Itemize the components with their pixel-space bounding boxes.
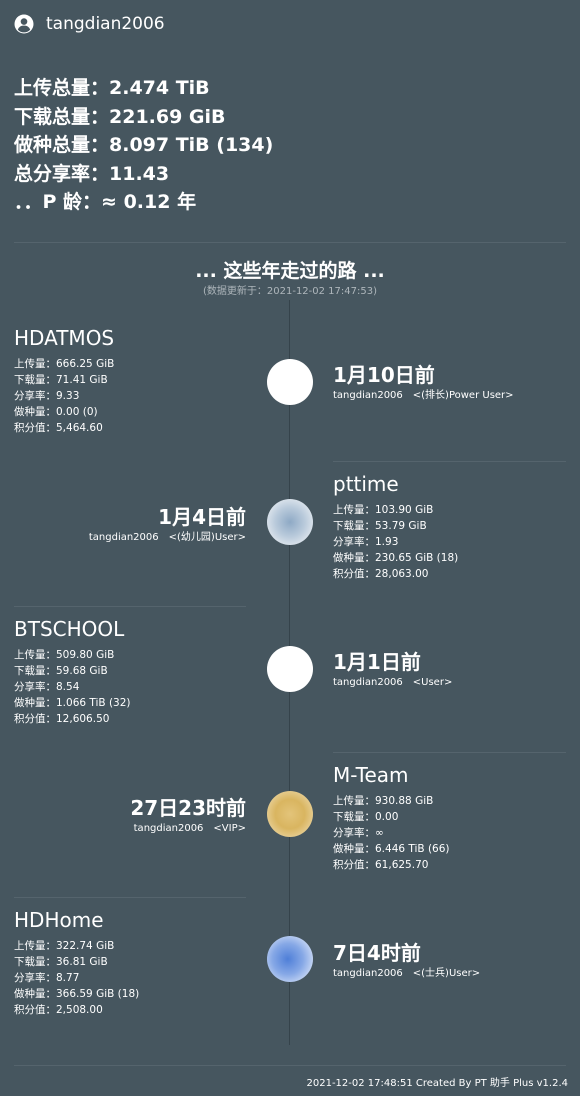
site-seeding: 做种量：230.65 GiB (18) — [333, 552, 459, 564]
site-upload: 上传量：930.88 GiB — [333, 795, 434, 807]
site-ratio: 分享率：8.77 — [14, 972, 80, 984]
time-ago: 27日23时前 — [130, 796, 246, 820]
site-card-mteam: M-Team 上传量：930.88 GiB 下载量：0.00 分享率：∞ 做种量… — [333, 763, 565, 873]
user-rank: tangdian2006 <VIP> — [133, 823, 246, 834]
site-download: 下载量：59.68 GiB — [14, 665, 108, 677]
site-download: 下载量：0.00 — [333, 811, 399, 823]
entry-divider — [333, 752, 566, 753]
site-ratio: 分享率：9.33 — [14, 390, 80, 402]
time-ago: 7日4时前 — [333, 941, 421, 965]
site-download: 下载量：53.79 GiB — [333, 520, 427, 532]
entry-divider — [333, 461, 566, 462]
site-bonus: 积分值：61,625.70 — [333, 859, 429, 871]
site-ratio: 分享率：∞ — [333, 827, 384, 839]
user-rank: tangdian2006 <(士兵)User> — [333, 968, 481, 979]
site-bonus: 积分值：2,508.00 — [14, 1004, 103, 1016]
summary-stats: 上传总量：2.474 TiB 下载总量：221.69 GiB 做种总量：8.09… — [14, 74, 273, 217]
site-seeding: 做种量：0.00 (0) — [14, 406, 98, 418]
site-time-mteam: 27日23时前 tangdian2006 <VIP> — [130, 795, 246, 837]
timeline-title: ... 这些年走过的路 ... — [195, 260, 385, 282]
total-seeding: 做种总量：8.097 TiB (134) — [14, 134, 274, 156]
site-upload: 上传量：322.74 GiB — [14, 940, 115, 952]
site-seeding: 做种量：6.446 TiB (66) — [333, 843, 450, 855]
footer-credit: 2021-12-02 17:48:51 Created By PT 助手 Plu… — [306, 1078, 569, 1089]
user-circle-icon — [14, 14, 34, 34]
time-ago: 1月1日前 — [333, 650, 421, 674]
total-ratio: 总分享率：11.43 — [14, 162, 170, 185]
site-name: BTSCHOOL — [14, 617, 125, 641]
data-updated-time: (数据更新于：2021-12-02 17:47:53) — [202, 286, 377, 297]
site-card-btschool: BTSCHOOL 上传量：509.80 GiB 下载量：59.68 GiB 分享… — [14, 617, 244, 727]
site-download: 下载量：71.41 GiB — [14, 374, 108, 386]
site-logo-mteam — [267, 791, 313, 837]
time-ago: 1月10日前 — [333, 363, 435, 387]
user-rank: tangdian2006 <(幼儿园)User> — [88, 532, 246, 543]
entry-divider — [14, 606, 246, 607]
pt-age: ．．P 龄：≈ 0.12 年 — [14, 191, 197, 213]
total-upload: 上传总量：2.474 TiB — [14, 77, 210, 99]
site-name: HDATMOS — [14, 326, 115, 350]
username: tangdian2006 — [46, 14, 165, 34]
site-logo-hdatmos — [267, 359, 313, 405]
site-bonus: 积分值：28,063.00 — [333, 568, 429, 580]
site-card-pttime: pttime 上传量：103.90 GiB 下载量：53.79 GiB 分享率：… — [333, 472, 565, 582]
site-logo-pttime — [267, 499, 313, 545]
site-time-hdhome: 7日4时前 tangdian2006 <(士兵)User> — [333, 940, 480, 982]
site-name: HDHome — [14, 908, 104, 932]
site-seeding: 做种量：1.066 TiB (32) — [14, 697, 131, 709]
site-name: M-Team — [333, 763, 409, 787]
site-bonus: 积分值：5,464.60 — [14, 422, 103, 434]
site-ratio: 分享率：8.54 — [14, 681, 80, 693]
site-upload: 上传量：103.90 GiB — [333, 504, 434, 516]
site-download: 下载量：36.81 GiB — [14, 956, 108, 968]
site-time-pttime: 1月4日前 tangdian2006 <(幼儿园)User> — [89, 504, 246, 546]
site-card-hdhome: HDHome 上传量：322.74 GiB 下载量：36.81 GiB 分享率：… — [14, 908, 244, 1018]
site-time-btschool: 1月1日前 tangdian2006 <User> — [333, 649, 452, 691]
site-bonus: 积分值：12,606.50 — [14, 713, 110, 725]
summary-divider — [14, 242, 566, 243]
entry-divider — [14, 897, 246, 898]
site-logo-btschool — [267, 646, 313, 692]
site-card-hdatmos: HDATMOS 上传量：666.25 GiB 下载量：71.41 GiB 分享率… — [14, 326, 244, 436]
user-rank: tangdian2006 <(排长)Power User> — [333, 390, 514, 401]
site-time-hdatmos: 1月10日前 tangdian2006 <(排长)Power User> — [333, 362, 514, 404]
site-name: pttime — [333, 472, 399, 496]
user-rank: tangdian2006 <User> — [333, 677, 453, 688]
total-download: 下载总量：221.69 GiB — [14, 105, 226, 128]
footer-divider — [14, 1065, 566, 1066]
site-seeding: 做种量：366.59 GiB (18) — [14, 988, 140, 1000]
site-upload: 上传量：666.25 GiB — [14, 358, 115, 370]
user-header: tangdian2006 — [14, 14, 165, 34]
site-upload: 上传量：509.80 GiB — [14, 649, 115, 661]
site-logo-hdhome — [267, 936, 313, 982]
time-ago: 1月4日前 — [158, 505, 246, 529]
site-ratio: 分享率：1.93 — [333, 536, 399, 548]
